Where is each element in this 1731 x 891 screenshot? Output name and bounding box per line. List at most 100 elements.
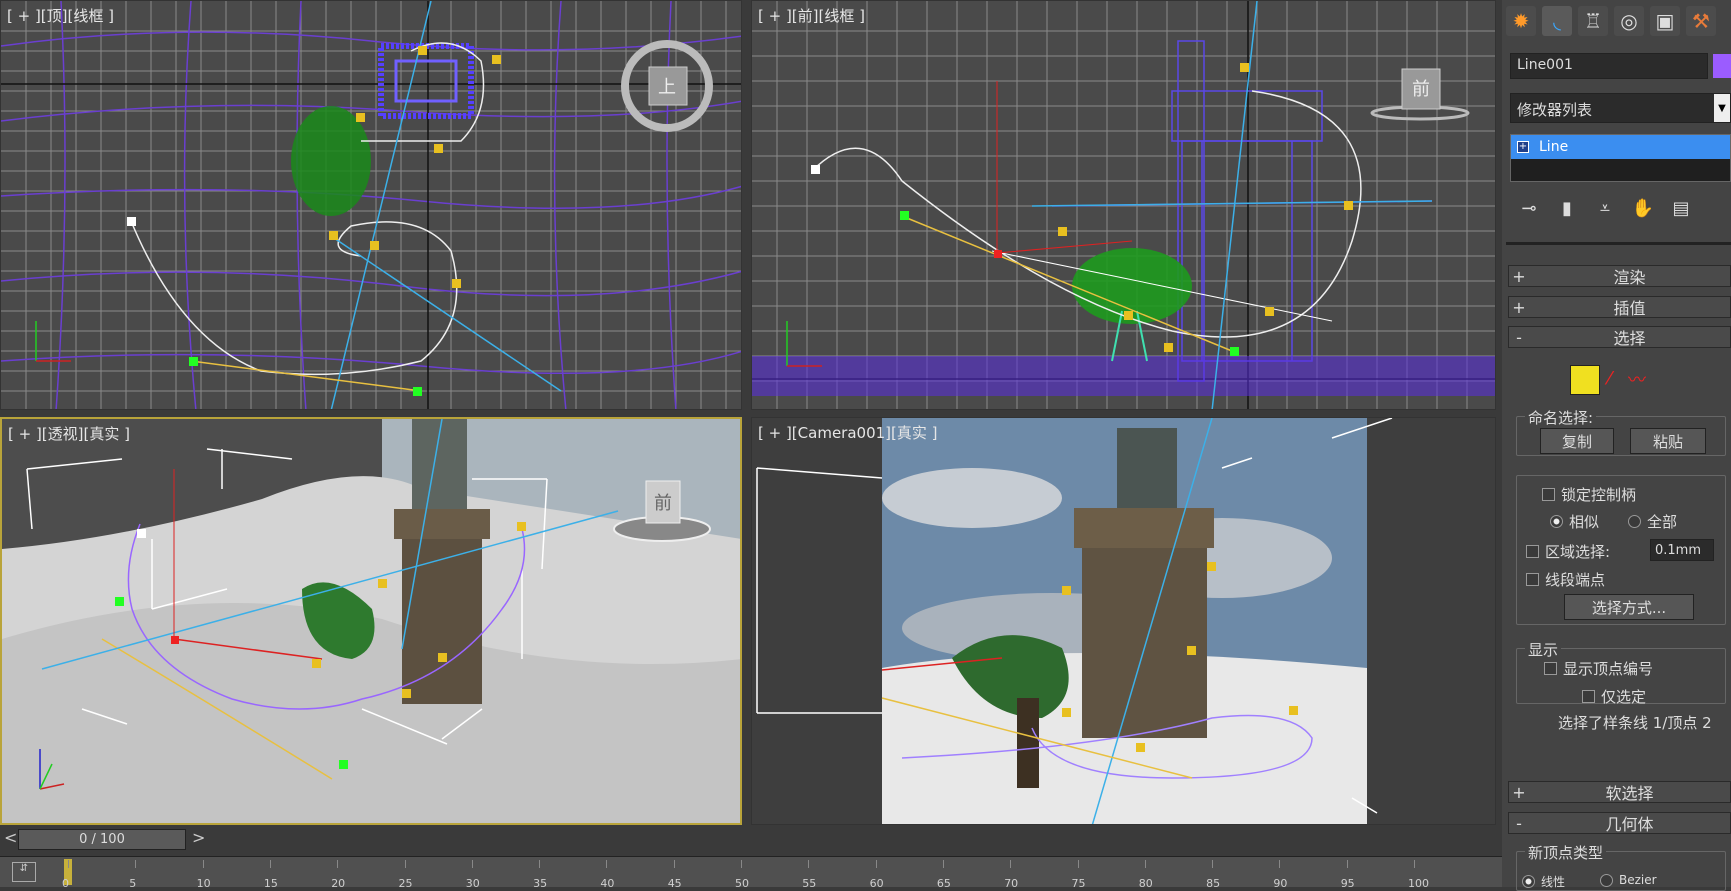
modifier-list-label: 修改器列表	[1517, 101, 1593, 119]
modifier-stack[interactable]: + Line	[1510, 134, 1731, 182]
show-end-result-icon[interactable]: ▮	[1548, 198, 1586, 219]
expand-icon[interactable]: +	[1517, 141, 1529, 153]
timeline-tick-label: 45	[667, 877, 682, 890]
timeline-tick	[1010, 860, 1012, 868]
top-wireframe-scene: 上	[1, 1, 741, 409]
select-by-button[interactable]: 选择方式...	[1564, 594, 1694, 620]
lock-handles-checkbox[interactable]: 锁定控制柄	[1542, 484, 1636, 505]
timeline-tick-label: 70	[1004, 877, 1019, 890]
modifier-list-dropdown[interactable]: 修改器列表 ▼	[1510, 93, 1731, 123]
timeline-tick	[68, 860, 69, 868]
timeline-tick	[1212, 860, 1214, 868]
rollout-geometry[interactable]: - 几何体	[1508, 812, 1731, 834]
show-vertex-numbers-label: 显示顶点编号	[1563, 660, 1654, 678]
modify-tab-icon[interactable]: ◟	[1542, 6, 1572, 36]
timeline-tick	[606, 860, 608, 868]
named-selection-title: 命名选择:	[1525, 407, 1597, 428]
timeline-tick-label: 95	[1340, 877, 1355, 890]
timeline-tick-label: 40	[600, 877, 615, 890]
spline-mode-icon[interactable]: 〰	[1628, 366, 1646, 392]
display-title: 显示	[1525, 639, 1562, 660]
timeline-tick	[875, 860, 877, 868]
timeline-tick-label: 15	[263, 877, 278, 890]
selected-only-checkbox[interactable]: 仅选定	[1582, 686, 1646, 707]
rollout-soft-selection[interactable]: + 软选择	[1508, 781, 1731, 803]
camera-viewport-label[interactable]: [ + ][Camera001][真实 ]	[758, 422, 937, 443]
pin-stack-icon[interactable]: ⊸	[1510, 198, 1548, 219]
timeline-tick-label: 55	[802, 877, 817, 890]
command-panel: ✹ ◟ ♖ ◎ ▣ ⚒ Line001 修改器列表 ▼ + Line ⊸ ▮ ⩡…	[1502, 0, 1731, 891]
show-vertex-numbers-checkbox[interactable]: 显示顶点编号	[1544, 658, 1653, 679]
time-slider[interactable]: 0 / 100	[18, 829, 186, 850]
timeline-tick	[673, 860, 675, 868]
timeline-tick	[404, 860, 406, 868]
remove-modifier-icon[interactable]: ✋	[1624, 198, 1662, 219]
alike-radio[interactable]: 相似	[1550, 511, 1599, 532]
timeline-tick	[202, 860, 204, 868]
motion-tab-icon[interactable]: ◎	[1614, 6, 1644, 36]
rollout-geometry-label: 几何体	[1605, 815, 1654, 834]
segment-mode-icon[interactable]: ⁄	[1608, 368, 1611, 389]
viewport-front[interactable]: 前 [ + ][前][线框 ]	[751, 0, 1496, 410]
perspective-viewport-label[interactable]: [ + ][透视][真实 ]	[8, 423, 130, 444]
timeline-tick	[1279, 860, 1281, 868]
timeline-tick-label: 5	[129, 877, 137, 890]
prev-frame-icon[interactable]: <	[4, 828, 17, 847]
rollout-interpolation-label: 插值	[1613, 299, 1646, 318]
copy-button[interactable]: 复制	[1540, 428, 1614, 454]
segment-end-label: 线段端点	[1545, 571, 1606, 589]
rollout-selection[interactable]: - 选择	[1508, 326, 1731, 348]
timeline-tick-label: 35	[533, 877, 548, 890]
object-name-field[interactable]: Line001	[1510, 53, 1708, 79]
lock-handles-label: 锁定控制柄	[1561, 486, 1637, 504]
timeline-tick	[1346, 860, 1348, 868]
create-tab-icon[interactable]: ✹	[1506, 6, 1536, 36]
chevron-down-icon[interactable]: ▼	[1714, 94, 1730, 122]
timeline-tick	[471, 860, 473, 868]
top-viewport-label[interactable]: [ + ][顶][线框 ]	[7, 5, 114, 26]
stack-item-line[interactable]: + Line	[1511, 135, 1730, 159]
timeline-tick-label: 85	[1206, 877, 1221, 890]
viewport-camera[interactable]: [ + ][Camera001][真实 ]	[751, 417, 1496, 825]
area-selection-checkbox[interactable]: 区域选择:	[1526, 541, 1610, 562]
timeline-tick	[741, 860, 742, 868]
timeline-tick-label: 25	[398, 877, 413, 890]
configure-sets-icon[interactable]: ▤	[1662, 198, 1700, 219]
area-selection-spinner[interactable]: 0.1mm	[1650, 539, 1714, 561]
bezier-radio[interactable]: Bezier	[1600, 873, 1657, 887]
display-tab-icon[interactable]: ▣	[1650, 6, 1680, 36]
object-color-swatch[interactable]	[1713, 54, 1731, 78]
perspective-scene: 前	[2, 419, 740, 823]
front-viewcube-label: 前	[1412, 79, 1430, 100]
all-label: 全部	[1647, 513, 1678, 531]
make-unique-icon[interactable]: ⩡	[1586, 198, 1624, 219]
paste-button[interactable]: 粘贴	[1630, 428, 1706, 454]
timeline-tick-label: 80	[1138, 877, 1153, 890]
rollout-render[interactable]: + 渲染	[1508, 265, 1731, 287]
timeline-tick-label: 0	[62, 877, 69, 890]
area-selection-label: 区域选择:	[1545, 543, 1611, 561]
front-wireframe-scene: 前	[752, 1, 1495, 409]
vertex-mode-icon[interactable]	[1570, 365, 1600, 395]
all-radio[interactable]: 全部	[1628, 511, 1677, 532]
alike-label: 相似	[1569, 513, 1600, 531]
next-frame-icon[interactable]: >	[192, 828, 205, 847]
viewport-perspective[interactable]: 前 [ + ][透视][真实 ]	[0, 417, 742, 825]
viewport-top[interactable]: 上 [ + ][顶][线框 ]	[0, 0, 742, 410]
front-viewport-label[interactable]: [ + ][前][线框 ]	[758, 5, 865, 26]
timeline-tick	[1144, 860, 1146, 868]
bezier-label: Bezier	[1619, 873, 1657, 887]
camera-scene	[756, 418, 1393, 824]
timeline-tick	[135, 860, 137, 868]
linear-radio[interactable]: 线性	[1522, 873, 1565, 890]
timeline-tick-label: 90	[1273, 877, 1288, 890]
rollout-soft-selection-label: 软选择	[1605, 784, 1654, 803]
hierarchy-tab-icon[interactable]: ♖	[1578, 6, 1608, 36]
timeline-tick-label: 50	[735, 877, 749, 890]
utilities-tab-icon[interactable]: ⚒	[1686, 6, 1716, 36]
rollout-interpolation[interactable]: + 插值	[1508, 296, 1731, 318]
track-bar-toggle-icon[interactable]: ⇵	[12, 862, 36, 882]
timeline-tick	[1414, 860, 1415, 868]
segment-end-checkbox[interactable]: 线段端点	[1526, 569, 1605, 590]
timeline-tick	[1077, 860, 1079, 868]
